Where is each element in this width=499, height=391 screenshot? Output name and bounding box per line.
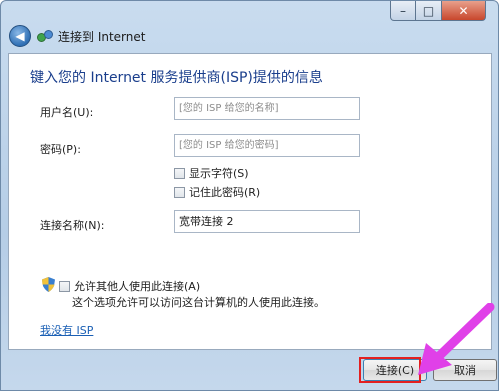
caption-buttons: – □ ✕	[390, 1, 486, 21]
password-label: 密码(P):	[40, 143, 81, 156]
wizard-title: 连接到 Internet	[58, 29, 146, 44]
network-connection-icon	[37, 28, 53, 44]
connection-name-input[interactable]: 宽带连接 2	[174, 210, 360, 233]
connect-highlight-box	[359, 357, 421, 383]
username-input[interactable]: [您的 ISP 给您的名称]	[174, 97, 360, 120]
username-label: 用户名(U):	[40, 106, 94, 119]
password-input[interactable]: [您的 ISP 给您的密码]	[174, 134, 360, 157]
remember-password-checkbox[interactable]	[174, 186, 185, 198]
navigation-bar: ◀ 连接到 Internet	[9, 23, 145, 49]
show-characters-label[interactable]: 显示字符(S)	[189, 165, 249, 181]
close-button[interactable]: ✕	[442, 1, 486, 21]
connection-name-label: 连接名称(N):	[40, 219, 105, 232]
allow-others-description: 这个选项允许可以访问这台计算机的人使用此连接。	[72, 296, 325, 309]
remember-password-option[interactable]: 记住此密码(R)	[174, 184, 260, 200]
dialog-window: – □ ✕ ◀ 连接到 Internet 键入您的 Internet 服务提供商…	[0, 0, 499, 391]
minimize-button[interactable]: –	[390, 1, 416, 21]
remember-password-label[interactable]: 记住此密码(R)	[189, 184, 260, 200]
uac-shield-icon	[42, 277, 55, 292]
back-arrow-icon[interactable]: ◀	[9, 25, 31, 47]
allow-others-checkbox[interactable]	[59, 280, 70, 292]
maximize-button[interactable]: □	[416, 1, 442, 21]
pointer-arrow-icon	[418, 303, 495, 375]
page-heading: 键入您的 Internet 服务提供商(ISP)提供的信息	[30, 70, 323, 86]
no-isp-link[interactable]: 我没有 ISP	[40, 322, 93, 338]
show-characters-option[interactable]: 显示字符(S)	[174, 165, 249, 181]
show-characters-checkbox[interactable]	[174, 167, 185, 179]
allow-others-option[interactable]: 允许其他人使用此连接(A)	[59, 278, 200, 294]
allow-others-label[interactable]: 允许其他人使用此连接(A)	[74, 278, 200, 294]
